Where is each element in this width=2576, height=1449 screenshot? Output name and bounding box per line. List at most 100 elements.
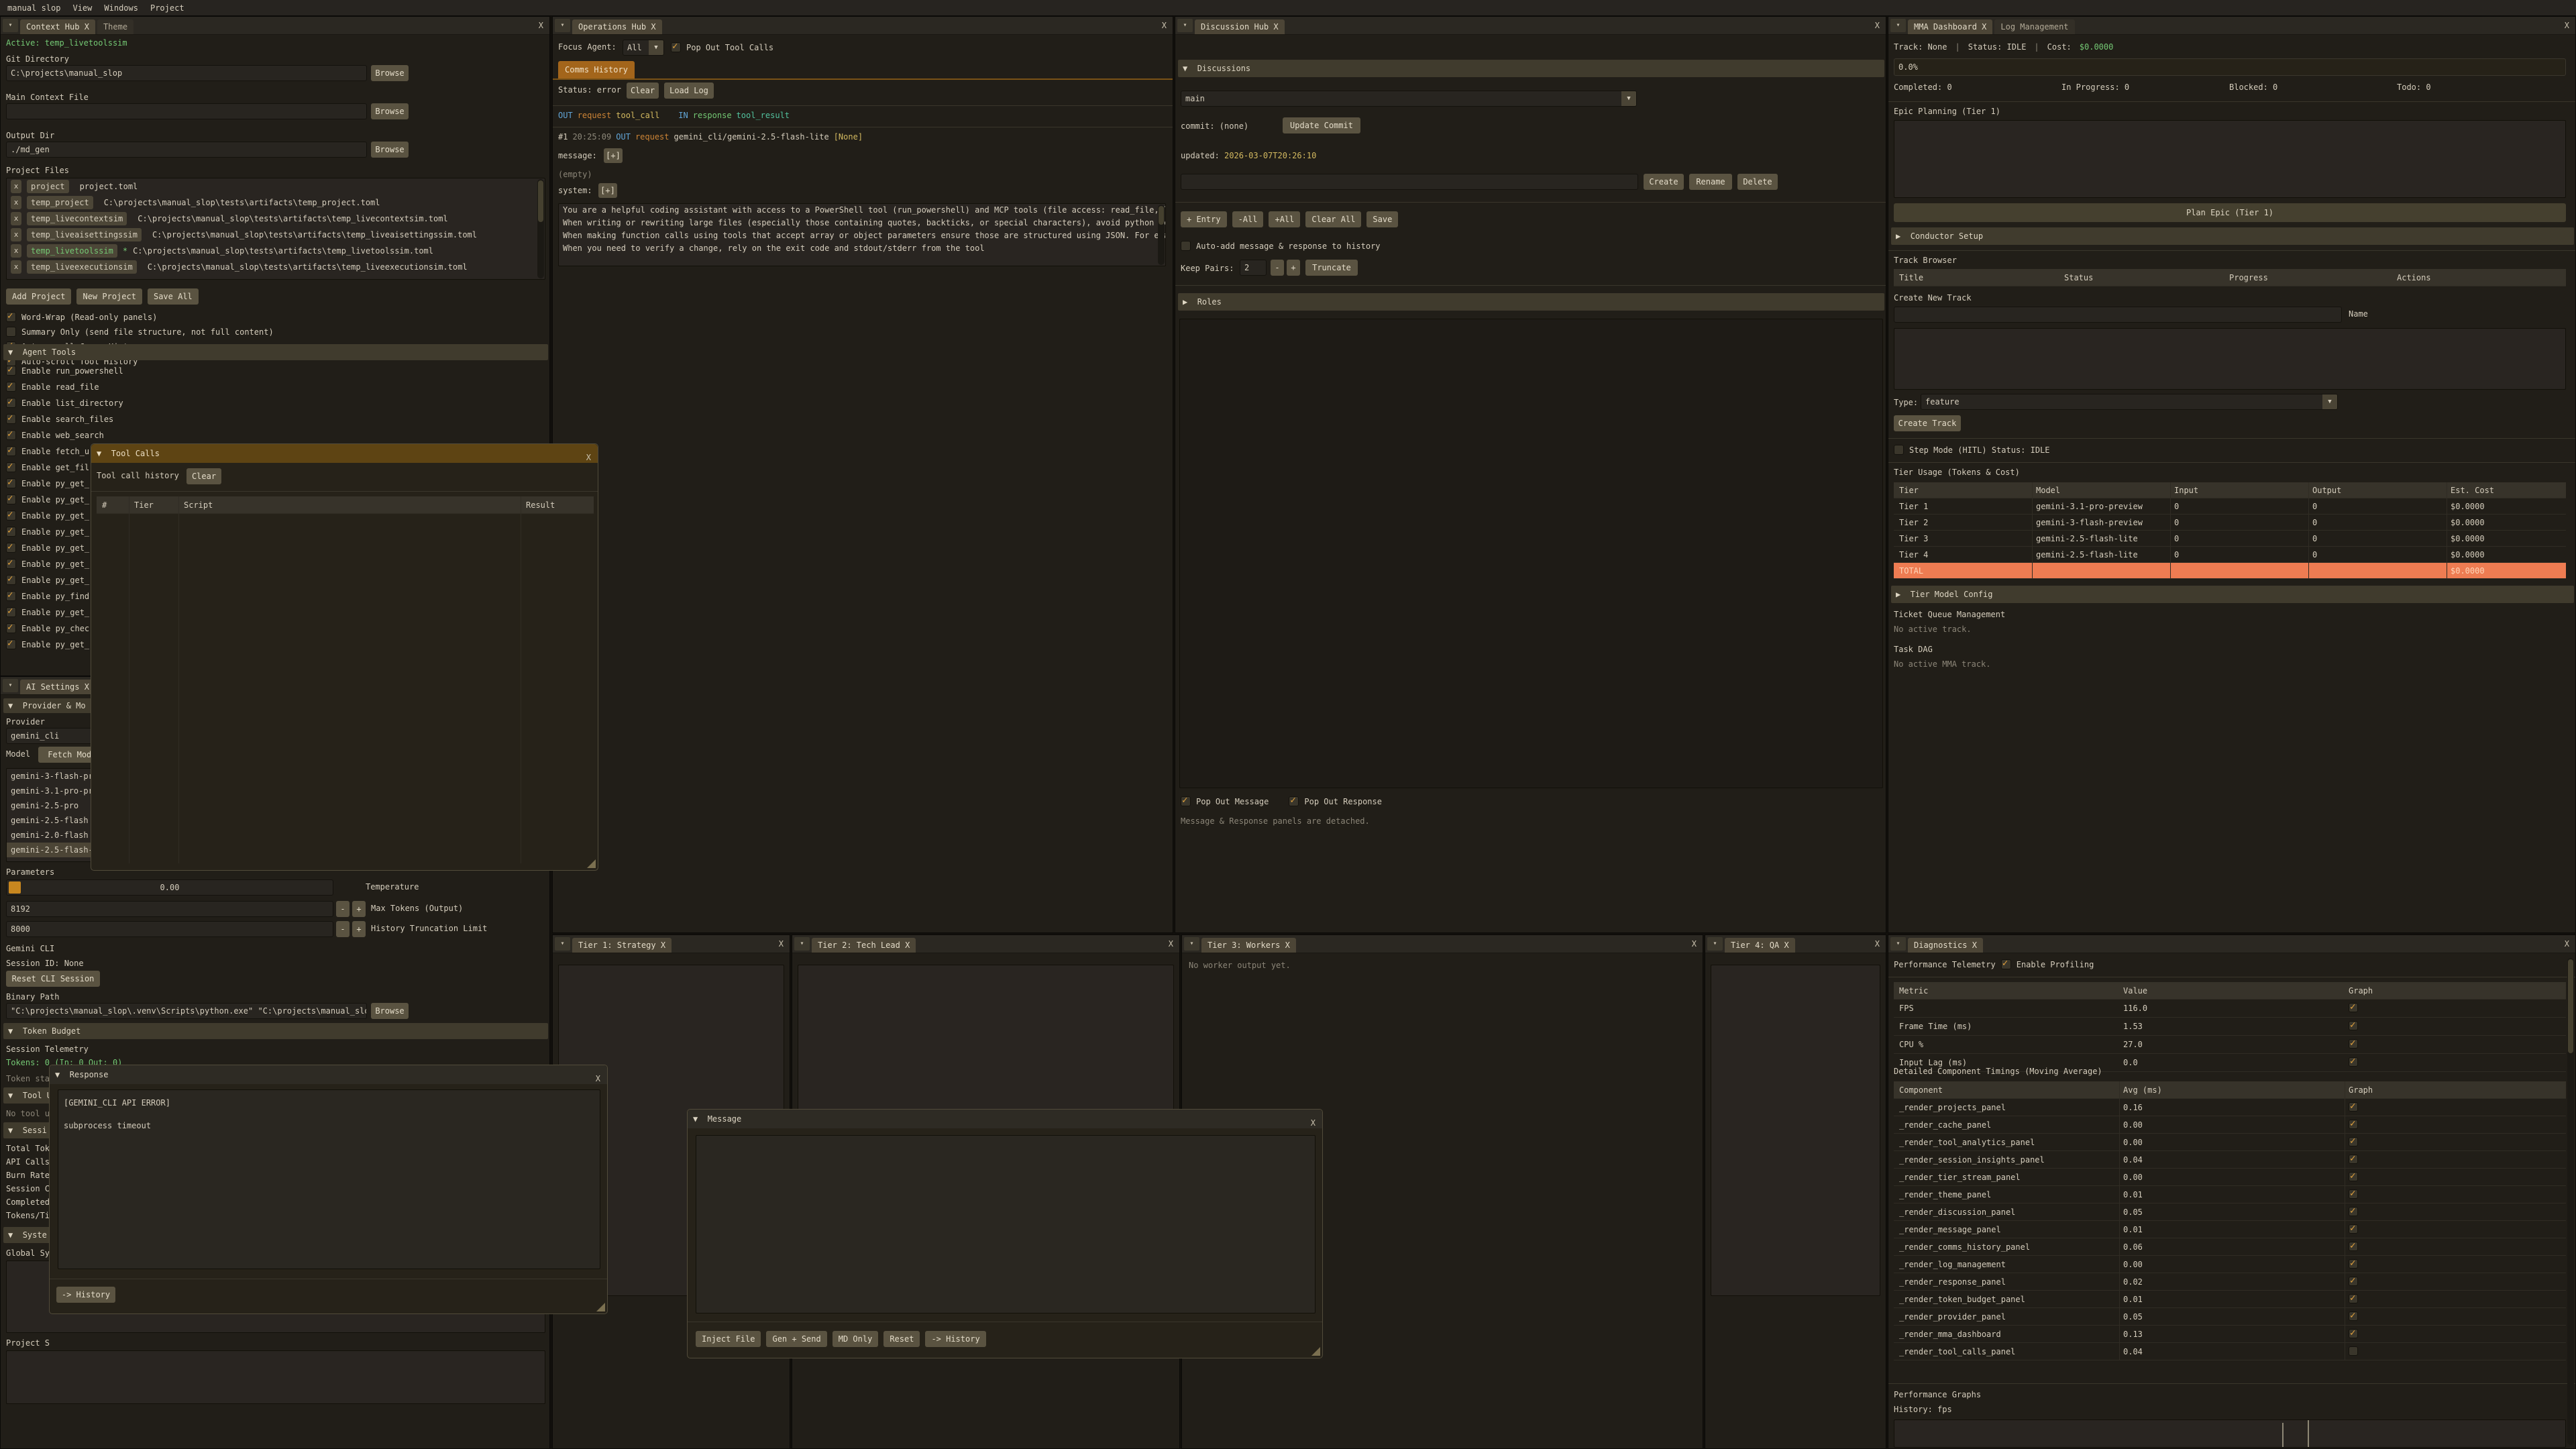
tool-calls-window[interactable]: ▼ Tool CallsX Tool call history Clear # … <box>91 443 598 871</box>
message-action-button[interactable]: -> History <box>925 1331 985 1347</box>
tab-operations-hub[interactable]: Operations Hub X <box>572 19 662 34</box>
git-browse-button[interactable]: Browse <box>371 65 409 81</box>
remove-file-button[interactable]: x <box>11 244 21 258</box>
tab-comms-history[interactable]: Comms History <box>558 61 635 78</box>
minus-button[interactable]: - <box>336 901 350 917</box>
option-row[interactable]: Word-Wrap (Read-only panels) <box>6 312 274 322</box>
close-icon[interactable]: X <box>905 941 910 950</box>
update-commit-button[interactable]: Update Commit <box>1283 117 1360 133</box>
checkbox[interactable] <box>6 398 16 408</box>
tool-calls-titlebar[interactable]: ▼ Tool CallsX <box>91 444 598 463</box>
tab-list-icon[interactable]: ▾ <box>1184 937 1199 951</box>
tab-tier4[interactable]: Tier 4: QA X <box>1725 938 1795 953</box>
remove-file-button[interactable]: x <box>11 228 21 241</box>
checkbox[interactable] <box>1289 796 1299 806</box>
tab-list-icon[interactable]: ▾ <box>555 19 570 32</box>
to-history-button[interactable]: -> History <box>56 1287 115 1303</box>
main-context-input[interactable] <box>6 103 367 119</box>
tab-list-icon[interactable]: ▾ <box>3 679 18 692</box>
binary-browse-button[interactable]: Browse <box>371 1003 409 1019</box>
tab-tier2[interactable]: Tier 2: Tech Lead X <box>812 938 916 953</box>
close-icon[interactable]: X <box>539 21 543 30</box>
graph-checkbox[interactable] <box>2349 1224 2358 1234</box>
system-scrollbar[interactable] <box>1158 205 1165 265</box>
git-directory-input[interactable]: C:\projects\manual_slop <box>6 65 367 81</box>
comms-entry-line[interactable]: #120:25:09OUTrequestgemini_cli/gemini-2.… <box>558 132 863 142</box>
chevron-down-icon[interactable]: ▼ <box>2322 394 2337 409</box>
checkbox[interactable] <box>6 639 16 649</box>
tab-context-hub[interactable]: Context Hub X <box>20 19 95 34</box>
close-icon[interactable]: X <box>85 22 89 32</box>
entry-action-button[interactable]: + Entry <box>1181 211 1227 227</box>
message-action-button[interactable]: Gen + Send <box>766 1331 826 1347</box>
conductor-setup-header[interactable]: ▶ Conductor Setup <box>1891 227 2574 245</box>
keep-pairs-input[interactable]: 2 <box>1240 260 1267 276</box>
graph-checkbox[interactable] <box>2349 1242 2358 1251</box>
tool-toggle-row[interactable]: Enable list_directory <box>6 398 123 408</box>
expand-message-button[interactable]: [+] <box>604 148 623 163</box>
chevron-down-icon[interactable]: ▼ <box>1621 91 1636 106</box>
graph-checkbox[interactable] <box>2349 1021 2358 1030</box>
graph-checkbox[interactable] <box>2349 1003 2358 1012</box>
menu-item[interactable]: Windows <box>98 3 144 13</box>
graph-checkbox[interactable] <box>2349 1039 2358 1049</box>
tool-toggle-row[interactable]: Enable search_files <box>6 414 123 424</box>
tab-tier3[interactable]: Tier 3: Workers X <box>1201 938 1296 953</box>
tier4-output-area[interactable] <box>1711 965 1880 1296</box>
remove-file-button[interactable]: x <box>11 260 21 274</box>
checkbox[interactable] <box>6 430 16 440</box>
close-icon[interactable]: X <box>2565 21 2569 30</box>
response-content[interactable]: [GEMINI_CLI API ERROR] subprocess timeou… <box>58 1089 600 1269</box>
checkbox[interactable] <box>6 462 16 472</box>
tab-ai-settings[interactable]: AI Settings X <box>20 680 95 694</box>
rename-button[interactable]: Rename <box>1689 174 1732 190</box>
minus-button[interactable]: - <box>1271 260 1284 276</box>
resize-grip[interactable] <box>587 859 596 868</box>
graph-checkbox[interactable] <box>2349 1277 2358 1286</box>
close-icon[interactable]: X <box>1285 941 1290 950</box>
checkbox[interactable] <box>6 591 16 601</box>
autoadd-row[interactable]: Auto-add message & response to history <box>1181 241 1381 251</box>
menu-item[interactable]: manual slop <box>1 3 66 13</box>
project-file-row[interactable]: x temp_livecontextsim C:\projects\manual… <box>7 211 545 227</box>
project-action-button[interactable]: New Project <box>76 288 142 305</box>
tab-list-icon[interactable]: ▾ <box>3 19 18 32</box>
graph-checkbox[interactable] <box>2349 1294 2358 1303</box>
message-titlebar[interactable]: ▼ MessageX <box>688 1110 1322 1128</box>
clear-tool-history-button[interactable]: Clear <box>186 468 221 484</box>
checkbox[interactable] <box>6 366 16 376</box>
graph-checkbox[interactable] <box>2349 1207 2358 1216</box>
discussion-name-input[interactable] <box>1181 174 1638 190</box>
output-dir-input[interactable]: ./md_gen <box>6 142 367 158</box>
graph-checkbox[interactable] <box>2349 1311 2358 1321</box>
tool-toggle-row[interactable]: Enable read_file <box>6 382 123 392</box>
graph-checkbox[interactable] <box>2349 1155 2358 1164</box>
close-icon[interactable]: X <box>651 22 655 32</box>
popout-toolcalls-row[interactable]: Pop Out Tool Calls <box>671 42 773 52</box>
project-action-button[interactable]: Add Project <box>6 288 71 305</box>
system-prompt-preview[interactable]: You are a helpful coding assistant with … <box>558 203 1166 266</box>
close-icon[interactable]: X <box>779 939 784 949</box>
tab-diagnostics[interactable]: Diagnostics X <box>1908 938 1983 953</box>
token-budget-header[interactable]: ▼ Token Budget <box>3 1023 548 1039</box>
checkbox[interactable] <box>6 623 16 633</box>
graph-checkbox[interactable] <box>2349 1172 2358 1181</box>
plan-epic-button[interactable]: Plan Epic (Tier 1) <box>1894 203 2566 222</box>
track-description-input[interactable] <box>1894 328 2566 390</box>
graph-checkbox[interactable] <box>2349 1057 2358 1067</box>
checkbox[interactable] <box>6 446 16 456</box>
create-track-button[interactable]: Create Track <box>1894 415 1961 431</box>
file-tag[interactable]: temp_liveexecutionsim <box>27 260 137 274</box>
remove-file-button[interactable]: x <box>11 180 21 193</box>
expand-system-button[interactable]: [+] <box>598 183 617 198</box>
tab-log-management[interactable]: Log Management <box>1994 19 2074 34</box>
close-icon[interactable]: X <box>1162 21 1167 30</box>
close-icon[interactable]: X <box>2565 939 2569 949</box>
track-type-combo[interactable]: feature▼ <box>1921 394 2338 410</box>
checkbox[interactable] <box>6 543 16 553</box>
plus-button[interactable]: + <box>352 921 366 937</box>
tab-list-icon[interactable]: ▾ <box>1890 19 1906 32</box>
graph-checkbox[interactable] <box>2349 1189 2358 1199</box>
close-icon[interactable]: X <box>596 1069 600 1088</box>
close-icon[interactable]: X <box>1982 22 1986 32</box>
